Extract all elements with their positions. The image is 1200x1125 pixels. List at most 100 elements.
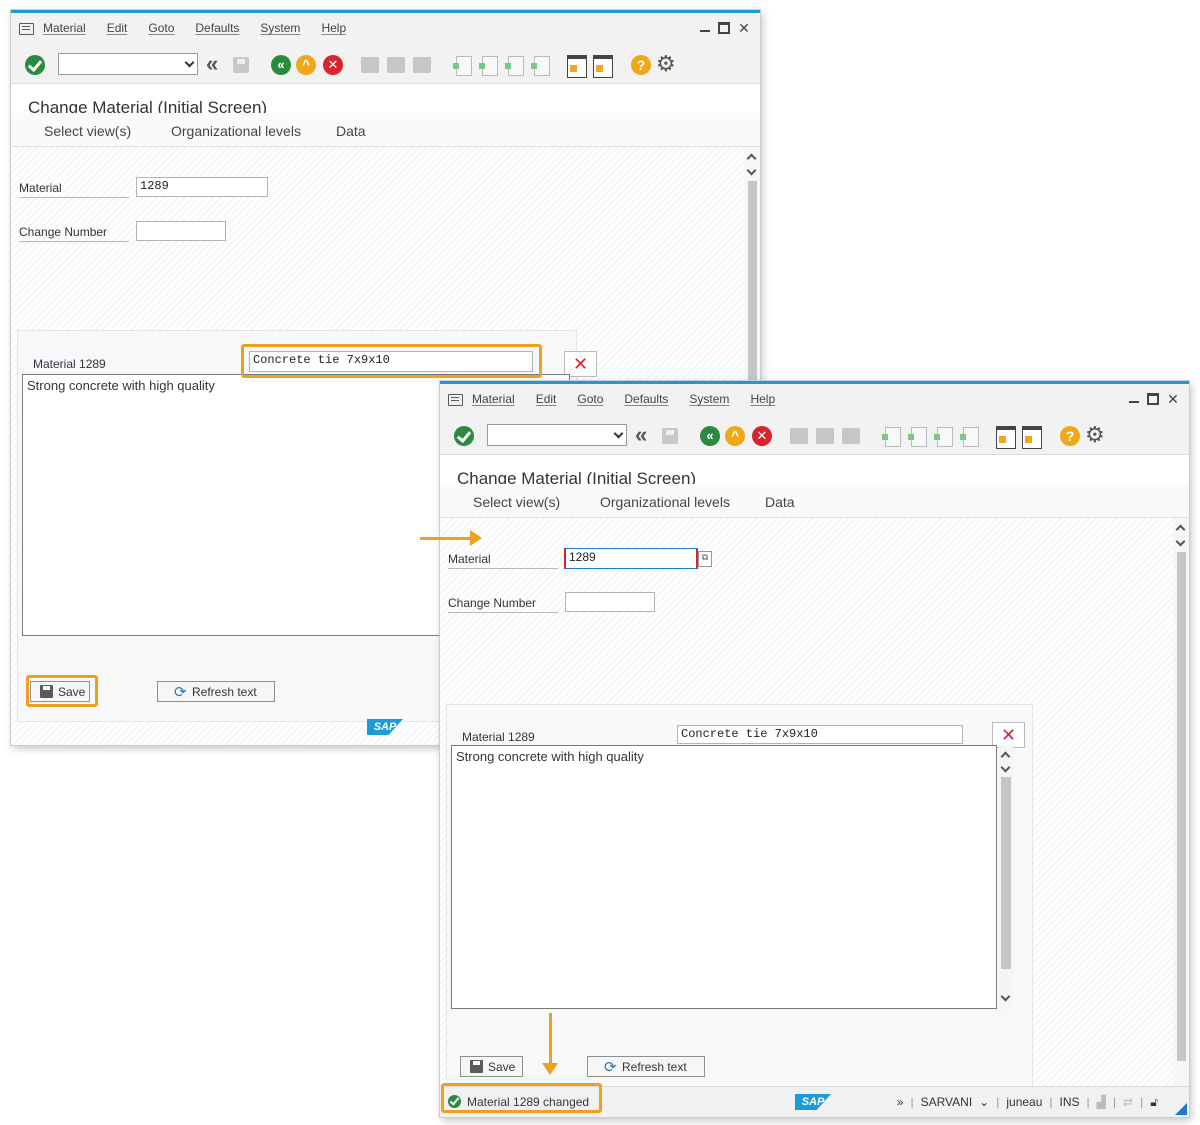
menu-bar: Material Edit Goto Defaults System Help … <box>11 13 760 45</box>
vertical-scrollbar[interactable] <box>1173 518 1189 1087</box>
find-icon[interactable] <box>387 57 405 73</box>
highlight-save <box>26 675 98 707</box>
cancel-icon[interactable]: ✕ <box>752 426 772 446</box>
back-icon[interactable]: « <box>271 55 291 75</box>
lock-icon[interactable]: 🔓︎ <box>1150 1095 1158 1110</box>
command-field[interactable] <box>58 53 198 75</box>
last-page-icon[interactable] <box>531 56 550 76</box>
refresh-text-button[interactable]: ⟳ Refresh text <box>157 681 275 702</box>
material-input[interactable]: 1289 <box>564 548 698 569</box>
scroll-up-icon[interactable] <box>746 153 757 164</box>
maximize-icon[interactable] <box>1147 393 1159 405</box>
exit-icon[interactable]: ^ <box>725 426 745 446</box>
maximize-icon[interactable] <box>718 22 730 34</box>
tab-data[interactable]: Data <box>336 123 366 139</box>
value-help-icon[interactable]: ⧉ <box>698 551 712 567</box>
print-icon[interactable] <box>361 57 379 73</box>
help-icon[interactable]: ? <box>631 55 651 75</box>
refresh-icon: ⟳ <box>174 684 187 701</box>
menu-system[interactable]: System <box>689 392 729 406</box>
menu-defaults[interactable]: Defaults <box>195 21 239 35</box>
previous-page-icon[interactable] <box>479 56 498 76</box>
save-icon[interactable] <box>662 428 678 444</box>
save-button[interactable]: Save <box>460 1056 523 1077</box>
close-icon[interactable]: ✕ <box>738 20 750 37</box>
tab-select-views[interactable]: Select view(s) <box>44 123 131 139</box>
tab-data[interactable]: Data <box>765 494 795 510</box>
toolbar: « « ^ ✕ ? ⚙ <box>11 45 760 84</box>
tab-organizational-levels[interactable]: Organizational levels <box>600 494 730 510</box>
material-label: Material <box>19 181 129 198</box>
gear-icon[interactable]: ⚙ <box>656 53 676 75</box>
first-page-icon[interactable] <box>453 56 472 76</box>
new-session-icon[interactable] <box>996 426 1016 449</box>
double-left-icon[interactable]: « <box>635 422 648 448</box>
description-input[interactable]: Concrete tie 7x9x10 <box>677 725 963 744</box>
previous-page-icon[interactable] <box>908 427 927 447</box>
minimize-icon[interactable] <box>1129 393 1139 403</box>
menu-help[interactable]: Help <box>750 392 775 406</box>
check-icon[interactable] <box>25 55 45 75</box>
menu-edit[interactable]: Edit <box>536 392 557 406</box>
tab-select-views[interactable]: Select view(s) <box>473 494 560 510</box>
find-icon[interactable] <box>816 428 834 444</box>
gear-icon[interactable]: ⚙ <box>1085 424 1105 446</box>
refresh-text-button[interactable]: ⟳ Refresh text <box>587 1056 705 1077</box>
menu-goto[interactable]: Goto <box>577 392 603 406</box>
help-icon[interactable]: ? <box>1060 426 1080 446</box>
menu-edit[interactable]: Edit <box>107 21 128 35</box>
scroll-up-icon[interactable] <box>1000 751 1011 762</box>
next-page-icon[interactable] <box>505 56 524 76</box>
material-label: Material <box>448 552 558 569</box>
last-page-icon[interactable] <box>960 427 979 447</box>
scroll-thumb[interactable] <box>1001 777 1011 969</box>
shortcut-icon[interactable] <box>1022 426 1042 449</box>
save-icon[interactable] <box>233 57 249 73</box>
first-page-icon[interactable] <box>882 427 901 447</box>
find-next-icon[interactable] <box>413 57 431 73</box>
menu-material[interactable]: Material <box>43 21 86 35</box>
long-text-area[interactable]: Strong concrete with high quality <box>451 745 997 1009</box>
menu-bar: Material Edit Goto Defaults System Help … <box>440 384 1189 416</box>
back-icon[interactable]: « <box>700 426 720 446</box>
system-name[interactable]: SARVANI <box>921 1095 973 1110</box>
chevron-down-icon[interactable] <box>184 57 195 68</box>
material-input[interactable]: 1289 <box>136 177 268 197</box>
next-page-icon[interactable] <box>934 427 953 447</box>
double-left-icon[interactable]: « <box>206 51 219 77</box>
shortcut-icon[interactable] <box>593 55 613 78</box>
resize-grip-icon[interactable] <box>1175 1103 1187 1115</box>
menu-icon[interactable] <box>19 23 34 35</box>
find-next-icon[interactable] <box>842 428 860 444</box>
menu-goto[interactable]: Goto <box>148 21 174 35</box>
scroll-down-icon[interactable] <box>1175 536 1186 547</box>
scroll-up-icon[interactable] <box>1175 524 1186 535</box>
scroll-down-icon[interactable] <box>746 165 757 176</box>
input-mode[interactable]: INS <box>1060 1095 1080 1110</box>
cancel-icon[interactable]: ✕ <box>323 55 343 75</box>
scroll-down-icon[interactable] <box>1000 762 1011 773</box>
close-icon[interactable]: ✕ <box>1167 391 1179 408</box>
refresh-icon: ⟳ <box>604 1059 617 1076</box>
menu-icon[interactable] <box>448 394 463 406</box>
menu-system[interactable]: System <box>260 21 300 35</box>
minimize-icon[interactable] <box>700 22 710 32</box>
tab-organizational-levels[interactable]: Organizational levels <box>171 123 301 139</box>
chevron-down-icon[interactable] <box>613 428 624 439</box>
print-icon[interactable] <box>790 428 808 444</box>
exit-icon[interactable]: ^ <box>296 55 316 75</box>
scroll-thumb[interactable] <box>1177 552 1186 1061</box>
menu-material[interactable]: Material <box>472 392 515 406</box>
menu-defaults[interactable]: Defaults <box>624 392 668 406</box>
change-number-input[interactable] <box>565 592 655 612</box>
chevron-down-icon[interactable]: ⌄ <box>979 1095 989 1110</box>
scroll-down-icon[interactable] <box>1000 991 1011 1002</box>
text-panel-header: Material 1289 <box>462 730 535 744</box>
new-session-icon[interactable] <box>567 55 587 78</box>
menu-help[interactable]: Help <box>321 21 346 35</box>
text-scrollbar[interactable] <box>999 745 1013 1009</box>
expand-icon[interactable]: » <box>897 1095 904 1110</box>
check-icon[interactable] <box>454 426 474 446</box>
change-number-input[interactable] <box>136 221 226 241</box>
command-field[interactable] <box>487 424 627 446</box>
